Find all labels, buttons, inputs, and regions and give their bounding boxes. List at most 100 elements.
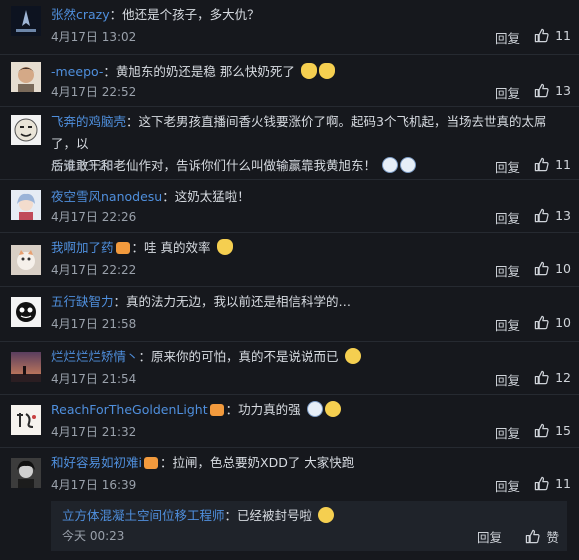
cat-emoji-icon <box>216 239 233 255</box>
username-link[interactable]: 夜空雪风nanodesu <box>51 189 162 204</box>
like-count: 15 <box>555 423 571 438</box>
avatar[interactable] <box>11 245 41 275</box>
timestamp: 4月17日 22:22 <box>51 263 137 277</box>
comment-text-line: 烂烂烂烂矫情丶：原来你的可怕，真的不是说说而已 <box>51 346 565 368</box>
comment-text: 这奶太猛啦！ <box>174 189 250 204</box>
thumb-emoji-icon <box>306 401 323 417</box>
avatar[interactable] <box>11 115 41 145</box>
timestamp: 4月17日 21:32 <box>51 425 137 439</box>
comment-item: 夜空雪风nanodesu：这奶太猛啦！ 4月17日 22:26 回复 13 <box>0 180 579 233</box>
username-link[interactable]: 飞奔的鸡脑壳 <box>51 114 126 129</box>
like-button[interactable]: 11 <box>534 476 571 491</box>
avatar[interactable] <box>11 458 41 488</box>
comment-item: 我啊加了药 ：哇 真的效率 4月17日 22:22 回复 10 <box>0 233 579 287</box>
like-button[interactable]: 13 <box>534 208 571 223</box>
comment-item: 张然crazy：他还是个孩子，多大仇？ 4月17日 13:02 回复 11 <box>0 0 579 55</box>
avatar[interactable] <box>11 297 41 327</box>
thumbs-up-icon <box>526 529 541 544</box>
thumbs-up-icon <box>534 476 549 491</box>
username-link[interactable]: 我啊加了药 <box>51 240 114 255</box>
reply-button[interactable]: 回复 <box>495 208 520 227</box>
comment-text-line: 立方体混凝土空间位移工程师：已经被封号啦 <box>62 505 553 527</box>
thumbs-up-icon <box>534 208 549 223</box>
comment-text: 真的法力无边，我以前还是相信科学的… <box>126 294 352 309</box>
like-button[interactable]: 12 <box>534 370 571 385</box>
username-link[interactable]: 五行缺智力 <box>51 294 114 309</box>
like-button[interactable]: 13 <box>534 83 571 98</box>
thumbs-up-icon <box>534 28 549 43</box>
thumbs-up-icon <box>534 157 549 172</box>
avatar[interactable] <box>11 6 41 36</box>
comment-text: 功力真的强 <box>238 402 301 417</box>
username-link[interactable]: 立方体混凝土空间位移工程师 <box>62 508 225 523</box>
timestamp: 4月17日 21:54 <box>51 372 137 386</box>
timestamp: 今天 00:23 <box>62 529 125 543</box>
like-count: 11 <box>555 28 571 43</box>
doge-emoji-icon <box>382 157 398 173</box>
username-link[interactable]: ReachForTheGoldenLight <box>51 402 208 417</box>
medal-badge-icon <box>143 457 158 469</box>
like-button[interactable]: 赞 <box>525 527 559 546</box>
reply-button[interactable]: 回复 <box>495 261 520 280</box>
comment-item: 飞奔的鸡脑壳：这下老男孩直播间香火钱要涨价了啊。起码3个飞机起，当场去世真的太屌… <box>0 107 579 180</box>
reply-button[interactable]: 回复 <box>495 476 520 495</box>
timestamp: 今天 03:28 <box>51 159 114 173</box>
like-button[interactable]: 10 <box>534 315 571 330</box>
username-link[interactable]: 张然crazy <box>51 7 110 22</box>
avatar[interactable] <box>11 352 41 382</box>
comment-text-line: ReachForTheGoldenLight ：功力真的强 <box>51 399 565 421</box>
like-count: 10 <box>555 261 571 276</box>
comment-text: 黄旭东的奶还是稳 那么快奶死了 <box>115 64 295 79</box>
comment-item: 五行缺智力：真的法力无边，我以前还是相信科学的… 4月17日 21:58 回复 … <box>0 287 579 342</box>
like-count: 10 <box>555 315 571 330</box>
like-count: 11 <box>555 157 571 172</box>
username-link[interactable]: -meepo- <box>51 64 103 79</box>
cat-emoji-icon <box>300 63 317 79</box>
username-link[interactable]: 和好容易如初难i <box>51 455 142 470</box>
thumbs-up-icon <box>534 423 549 438</box>
reply-button[interactable]: 回复 <box>495 370 520 389</box>
like-button[interactable]: 11 <box>534 157 571 172</box>
like-count: 13 <box>555 83 571 98</box>
like-button[interactable]: 11 <box>534 28 571 43</box>
comment-item: -meepo-：黄旭东的奶还是稳 那么快奶死了 4月17日 22:52 回复 1… <box>0 55 579 107</box>
laughing-emoji-icon <box>318 507 335 523</box>
thumbs-up-icon <box>534 315 549 330</box>
like-count: 12 <box>555 370 571 385</box>
like-button[interactable]: 15 <box>534 423 571 438</box>
avatar[interactable] <box>11 405 41 435</box>
comment-item: 烂烂烂烂矫情丶：原来你的可怕，真的不是说说而已 4月17日 21:54 回复 1… <box>0 342 579 395</box>
comment-text-line: 我啊加了药 ：哇 真的效率 <box>51 237 565 259</box>
like-button[interactable]: 10 <box>534 261 571 276</box>
comment-text-line: 飞奔的鸡脑壳：这下老男孩直播间香火钱要涨价了啊。起码3个飞机起，当场去世真的太屌… <box>51 114 547 173</box>
comment-text-line: 张然crazy：他还是个孩子，多大仇？ <box>51 7 260 22</box>
medal-badge-icon <box>209 404 224 416</box>
reply-button[interactable]: 回复 <box>495 28 520 47</box>
timestamp: 4月17日 16:39 <box>51 478 137 492</box>
avatar[interactable] <box>11 190 41 220</box>
comment-text-line: -meepo-：黄旭东的奶还是稳 那么快奶死了 <box>51 61 565 83</box>
comment-text: 已经被封号啦 <box>237 508 313 523</box>
doge-emoji-icon <box>400 157 416 173</box>
timestamp: 4月17日 22:26 <box>51 210 137 224</box>
username-link[interactable]: 烂烂烂烂矫情丶 <box>51 349 139 364</box>
laughing-emoji-icon <box>344 348 361 364</box>
like-count: 11 <box>555 476 571 491</box>
sub-reply: 立方体混凝土空间位移工程师：已经被封号啦 今天 00:23 回复 赞 <box>51 501 567 551</box>
medal-badge-icon <box>115 242 130 254</box>
laughing-emoji-icon <box>324 401 341 417</box>
thumbs-up-icon <box>534 261 549 276</box>
comment-item: ReachForTheGoldenLight ：功力真的强 4月17日 21:32… <box>0 395 579 448</box>
comment-text-line: 和好容易如初难i ：拉闸，色总要奶XDD了 大家快跑 <box>51 455 355 470</box>
thumbs-up-icon <box>534 83 549 98</box>
avatar[interactable] <box>11 62 41 92</box>
comment-text-line: 夜空雪风nanodesu：这奶太猛啦！ <box>51 189 250 204</box>
reply-button[interactable]: 回复 <box>495 315 520 334</box>
reply-button[interactable]: 回复 <box>495 423 520 442</box>
cat-emoji-icon <box>318 63 335 79</box>
timestamp: 4月17日 13:02 <box>51 30 137 44</box>
reply-button[interactable]: 回复 <box>477 527 502 546</box>
reply-button[interactable]: 回复 <box>495 83 520 102</box>
like-count: 13 <box>555 208 571 223</box>
reply-button[interactable]: 回复 <box>495 157 520 176</box>
